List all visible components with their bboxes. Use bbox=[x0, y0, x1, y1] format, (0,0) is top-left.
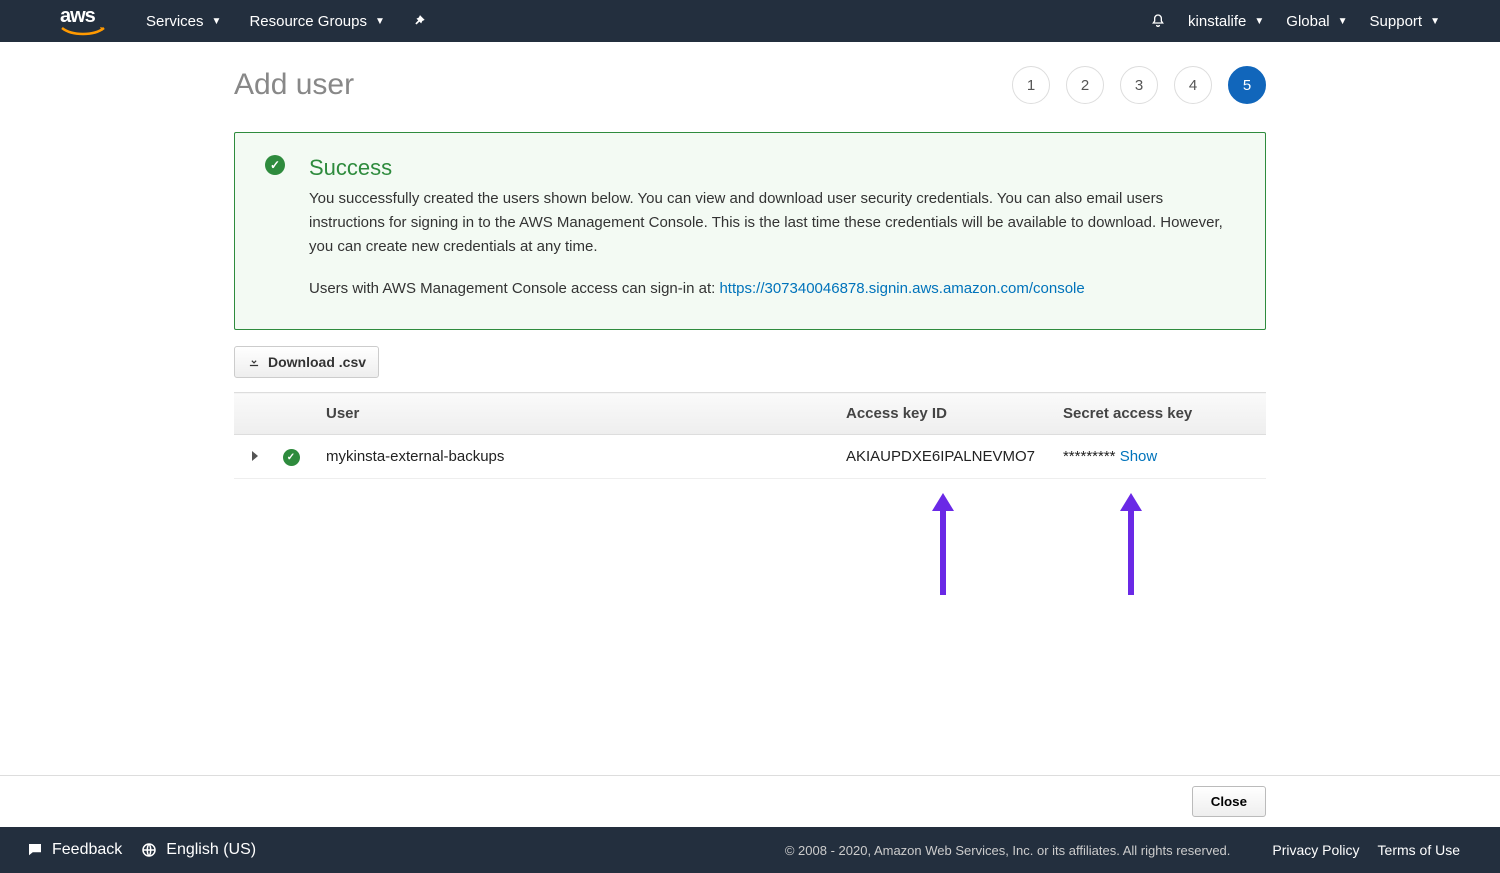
row-success-icon: ✓ bbox=[283, 449, 300, 466]
nav-resource-groups-label: Resource Groups bbox=[249, 13, 367, 30]
aws-smile-icon bbox=[60, 26, 106, 36]
nav-left: Services ▼ Resource Groups ▼ bbox=[146, 13, 427, 30]
download-csv-button[interactable]: Download .csv bbox=[234, 346, 379, 378]
col-status bbox=[270, 393, 312, 435]
nav-pin-icon[interactable] bbox=[413, 14, 427, 28]
col-akid: Access key ID bbox=[832, 393, 1049, 435]
caret-down-icon: ▼ bbox=[212, 16, 222, 27]
nav-resource-groups[interactable]: Resource Groups ▼ bbox=[249, 13, 384, 30]
footer-terms-link[interactable]: Terms of Use bbox=[1378, 842, 1460, 858]
nav-account-label: kinstalife bbox=[1188, 13, 1246, 30]
users-table: User Access key ID Secret access key ✓ m… bbox=[234, 392, 1266, 479]
success-title: Success bbox=[309, 155, 1241, 181]
secret-masked: ********* bbox=[1063, 448, 1116, 465]
col-secret: Secret access key bbox=[1049, 393, 1266, 435]
footer: Feedback English (US) © 2008 - 2020, Ama… bbox=[0, 827, 1500, 873]
col-expand bbox=[234, 393, 270, 435]
nav-region-label: Global bbox=[1286, 13, 1329, 30]
wizard-step-2[interactable]: 2 bbox=[1066, 66, 1104, 104]
success-body-p2: Users with AWS Management Console access… bbox=[309, 277, 1241, 301]
success-alert: ✓ Success You successfully created the u… bbox=[234, 132, 1266, 330]
action-bar: Close bbox=[0, 775, 1500, 827]
success-body: You successfully created the users shown… bbox=[309, 187, 1241, 301]
close-button[interactable]: Close bbox=[1192, 786, 1266, 817]
caret-down-icon: ▼ bbox=[1338, 16, 1348, 27]
footer-copyright: © 2008 - 2020, Amazon Web Services, Inc.… bbox=[785, 843, 1231, 858]
nav-services[interactable]: Services ▼ bbox=[146, 13, 221, 30]
bell-icon bbox=[1150, 13, 1166, 29]
annotation-arrow-2 bbox=[1128, 509, 1134, 595]
nav-notifications[interactable] bbox=[1150, 13, 1166, 29]
nav-region[interactable]: Global ▼ bbox=[1286, 13, 1347, 30]
download-csv-label: Download .csv bbox=[268, 354, 366, 370]
aws-logo-text: aws bbox=[60, 5, 95, 27]
show-secret-link[interactable]: Show bbox=[1120, 448, 1158, 465]
nav-support[interactable]: Support ▼ bbox=[1370, 13, 1440, 30]
cell-akid: AKIAUPDXE6IPALNEVMO7 bbox=[832, 435, 1049, 479]
feedback-link[interactable]: Feedback bbox=[26, 841, 122, 859]
signin-prefix: Users with AWS Management Console access… bbox=[309, 280, 719, 297]
wizard-step-1[interactable]: 1 bbox=[1012, 66, 1050, 104]
top-nav: aws Services ▼ Resource Groups ▼ kinstal… bbox=[0, 0, 1500, 42]
expand-row-icon[interactable] bbox=[252, 451, 258, 461]
nav-right: kinstalife ▼ Global ▼ Support ▼ bbox=[1150, 13, 1440, 30]
wizard-step-4[interactable]: 4 bbox=[1174, 66, 1212, 104]
table-row: ✓ mykinsta-external-backups AKIAUPDXE6IP… bbox=[234, 435, 1266, 479]
cell-secret: ********* Show bbox=[1049, 435, 1266, 479]
nav-account[interactable]: kinstalife ▼ bbox=[1188, 13, 1264, 30]
caret-down-icon: ▼ bbox=[1430, 16, 1440, 27]
caret-down-icon: ▼ bbox=[375, 16, 385, 27]
wizard-step-5[interactable]: 5 bbox=[1228, 66, 1266, 104]
pin-icon bbox=[413, 14, 427, 28]
nav-support-label: Support bbox=[1370, 13, 1423, 30]
table-header-row: User Access key ID Secret access key bbox=[234, 393, 1266, 435]
language-selector[interactable]: English (US) bbox=[140, 841, 256, 859]
aws-logo[interactable]: aws bbox=[60, 6, 106, 36]
col-user: User bbox=[312, 393, 832, 435]
globe-icon bbox=[140, 841, 158, 859]
annotation-arrow-1 bbox=[940, 509, 946, 595]
language-label: English (US) bbox=[166, 841, 256, 859]
caret-down-icon: ▼ bbox=[1254, 16, 1264, 27]
wizard-step-3[interactable]: 3 bbox=[1120, 66, 1158, 104]
page-header: Add user 1 2 3 4 5 bbox=[234, 66, 1266, 104]
page-title: Add user bbox=[234, 68, 354, 102]
nav-services-label: Services bbox=[146, 13, 204, 30]
page-body: Add user 1 2 3 4 5 ✓ Success You success… bbox=[234, 42, 1266, 479]
signin-link[interactable]: https://307340046878.signin.aws.amazon.c… bbox=[719, 280, 1084, 297]
download-row: Download .csv bbox=[234, 346, 1266, 378]
feedback-label: Feedback bbox=[52, 841, 122, 859]
close-button-label: Close bbox=[1211, 794, 1247, 809]
success-body-p1: You successfully created the users shown… bbox=[309, 187, 1241, 259]
footer-left: Feedback English (US) bbox=[26, 841, 256, 859]
cell-user: mykinsta-external-backups bbox=[312, 435, 832, 479]
speech-bubble-icon bbox=[26, 841, 44, 859]
footer-privacy-link[interactable]: Privacy Policy bbox=[1272, 842, 1359, 858]
download-icon bbox=[247, 355, 261, 369]
success-check-icon: ✓ bbox=[265, 155, 285, 175]
wizard-steps: 1 2 3 4 5 bbox=[1012, 66, 1266, 104]
